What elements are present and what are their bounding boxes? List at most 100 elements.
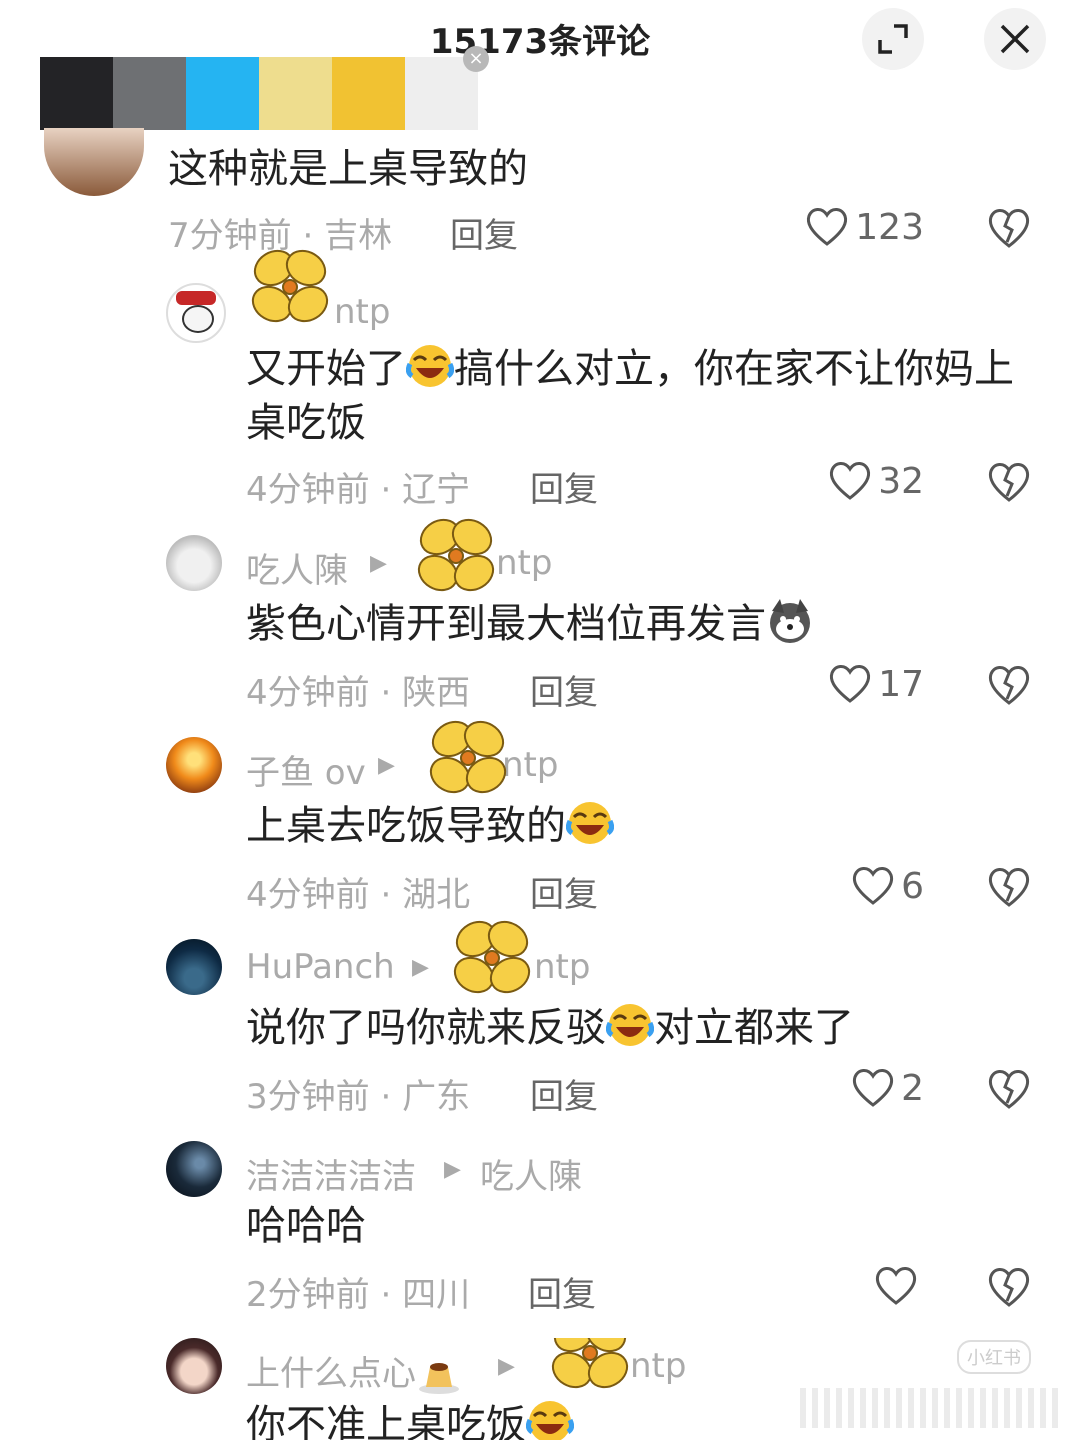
comment-item: 这种就是上桌导致的 7分钟前 · 吉林 回复 123 <box>0 120 1080 260</box>
heart-icon <box>875 1267 917 1305</box>
username-visible: ntp <box>334 292 391 332</box>
username[interactable]: HuPanch <box>246 947 395 987</box>
comment-time: 4分钟前 <box>246 470 370 510</box>
comment-time: 3分钟前 <box>246 1077 370 1117</box>
palette-close-button[interactable]: × <box>463 46 489 72</box>
reply-arrow-icon: ▶ <box>378 753 395 778</box>
expand-icon <box>878 24 908 54</box>
comment-text: 这种就是上桌导致的 <box>168 146 528 192</box>
broken-heart-icon[interactable] <box>986 460 1032 504</box>
close-icon <box>1000 24 1030 54</box>
comment-region: 四川 <box>402 1275 471 1315</box>
comment-text-part2: 对立都来了 <box>654 1005 854 1051</box>
comment-meta: 2分钟前 · 四川 <box>246 1267 470 1316</box>
comment-region: 广东 <box>402 1077 471 1117</box>
comment-meta: 4分钟前 · 辽宁 <box>246 462 470 511</box>
avatar[interactable] <box>166 1141 222 1197</box>
expand-button[interactable] <box>862 8 924 70</box>
meta-separator: · <box>369 1275 403 1315</box>
meta-separator: · <box>369 875 403 915</box>
comment-text-part1: 说你了吗你就来反驳 <box>246 1005 606 1051</box>
close-button[interactable] <box>984 8 1046 70</box>
reply-button[interactable]: 回复 <box>530 867 598 916</box>
like-button[interactable]: 2 <box>851 1067 924 1109</box>
sticker-flower-icon <box>417 518 495 592</box>
reply-arrow-icon: ▶ <box>444 1157 461 1182</box>
comment-time: 2分钟前 <box>246 1275 370 1315</box>
heart-icon <box>830 665 871 703</box>
sticker-flower-icon <box>551 1338 629 1389</box>
sticker-flower-icon <box>251 249 329 323</box>
like-button[interactable]: 32 <box>828 460 924 502</box>
heart-icon <box>807 208 848 246</box>
reply-button[interactable]: 回复 <box>530 462 598 511</box>
broken-heart-icon[interactable] <box>986 663 1032 707</box>
broken-heart-icon[interactable] <box>986 206 1032 250</box>
comment-time: 4分钟前 <box>246 673 370 713</box>
like-button[interactable] <box>874 1265 924 1307</box>
comment-item: 洁洁洁洁洁 ▶ 吃人陳 哈哈哈 2分钟前 · 四川 回复 <box>0 1141 1080 1321</box>
comment-region: 湖北 <box>402 875 471 915</box>
reply-button[interactable]: 回复 <box>530 1069 598 1118</box>
avatar[interactable] <box>44 128 144 196</box>
like-count: 123 <box>855 206 924 248</box>
comment-text: 说你了吗你就来反驳 对立都来了 <box>246 1001 1036 1055</box>
reply-target-visible: ntp <box>630 1346 687 1386</box>
sticker-flower-icon <box>429 720 507 794</box>
username[interactable]: 上什么点心 <box>246 1346 462 1395</box>
pudding-emoji-icon <box>419 1363 459 1394</box>
like-button[interactable]: 17 <box>828 663 924 705</box>
avatar[interactable] <box>166 1338 222 1394</box>
comment-text: 又开始了 搞什么对立，你在家不让你妈上桌吃饭 <box>246 342 1036 450</box>
broken-heart-icon[interactable] <box>986 1265 1032 1309</box>
comment-meta: 4分钟前 · 湖北 <box>246 867 470 916</box>
reply-target-visible: ntp <box>534 947 591 987</box>
comment-text-part1: 上桌去吃饭导致的 <box>246 803 566 849</box>
comment-meta: 3分钟前 · 广东 <box>246 1069 470 1118</box>
reply-arrow-icon: ▶ <box>498 1354 515 1379</box>
comment-region: 陕西 <box>402 673 471 713</box>
comment-text-part1: 紫色心情开到最大档位再发言 <box>246 601 766 647</box>
husky-emoji-icon <box>770 599 810 643</box>
comment-item: 吃人陳 ▶ ntp 紫色心情开到最大档位再发言 4分钟前 · 陕西 回复 17 <box>0 518 1080 715</box>
username[interactable]: 洁洁洁洁洁 <box>246 1149 416 1198</box>
comment-text-part1: 你不准上桌吃饭 <box>246 1402 526 1440</box>
meta-separator: · <box>369 673 403 713</box>
like-button[interactable]: 123 <box>805 206 924 248</box>
watermark-bars <box>800 1388 1060 1428</box>
broken-heart-icon[interactable] <box>986 865 1032 909</box>
like-count: 6 <box>901 865 924 907</box>
laughing-crying-emoji-icon <box>406 345 454 387</box>
reply-target-username[interactable]: 吃人陳 <box>480 1149 582 1198</box>
like-count: 32 <box>878 460 924 502</box>
like-count: 2 <box>901 1067 924 1109</box>
comment-item: ntp 又开始了 搞什么对立，你在家不让你妈上桌吃饭 4分钟前 · 辽宁 回复 3… <box>0 249 1080 511</box>
comment-time: 4分钟前 <box>246 875 370 915</box>
reply-arrow-icon: ▶ <box>370 551 387 576</box>
avatar[interactable] <box>166 939 222 995</box>
broken-heart-icon[interactable] <box>986 1067 1032 1111</box>
comment-text: 紫色心情开到最大档位再发言 <box>246 597 1036 651</box>
comment-text-part1: 又开始了 <box>246 346 406 392</box>
avatar[interactable] <box>166 283 226 343</box>
avatar[interactable] <box>166 535 222 591</box>
heart-icon <box>853 1069 894 1107</box>
comment-item: HuPanch ▶ ntp 说你了吗你就来反驳 对立都来了 3分钟前 · 广东 回… <box>0 920 1080 1119</box>
laughing-crying-emoji-icon <box>526 1401 574 1440</box>
heart-icon <box>853 867 894 905</box>
reply-target-visible: ntp <box>496 543 553 583</box>
reply-button[interactable]: 回复 <box>450 208 518 257</box>
sticker-flower-icon <box>453 920 531 994</box>
reply-arrow-icon: ▶ <box>412 955 429 980</box>
reply-button[interactable]: 回复 <box>530 665 598 714</box>
meta-separator: · <box>369 1077 403 1117</box>
reply-button[interactable]: 回复 <box>528 1267 596 1316</box>
username[interactable]: 子鱼 ov <box>246 745 366 794</box>
avatar[interactable] <box>166 737 222 793</box>
like-button[interactable]: 6 <box>851 865 924 907</box>
comment-item: 子鱼 ov ▶ ntp 上桌去吃饭导致的 4分钟前 · 湖北 回复 6 <box>0 720 1080 917</box>
meta-separator: · <box>369 470 403 510</box>
like-count: 17 <box>878 663 924 705</box>
username[interactable]: 吃人陳 <box>246 543 348 592</box>
laughing-crying-emoji-icon <box>606 1004 654 1046</box>
